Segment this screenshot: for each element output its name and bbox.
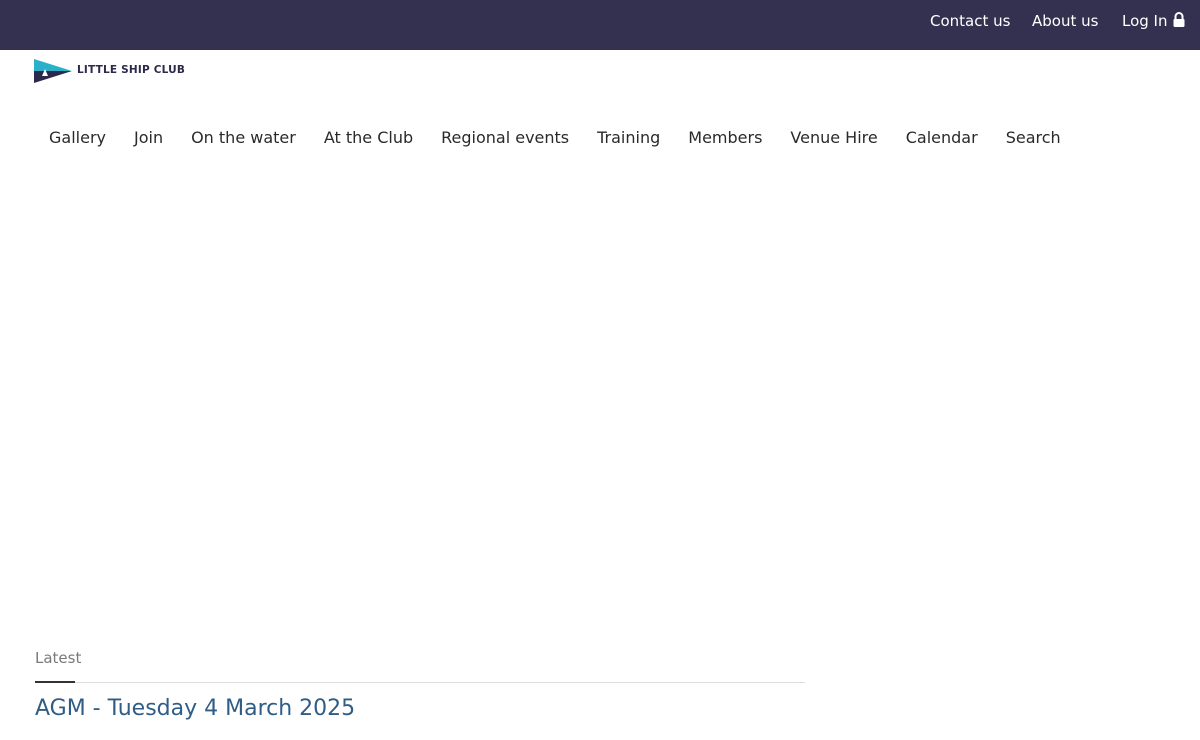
nav-item-on-the-water[interactable]: On the water	[177, 127, 310, 149]
article-title-link[interactable]: AGM - Tuesday 4 March 2025	[35, 695, 355, 723]
nav-item-members[interactable]: Members	[674, 127, 776, 149]
nav-item-venue-hire[interactable]: Venue Hire	[776, 127, 891, 149]
lock-icon[interactable]	[1172, 12, 1186, 27]
site-logo[interactable]: LITTLE SHIP CLUB	[34, 58, 204, 84]
contact-us-link[interactable]: Contact us	[930, 12, 1010, 30]
nav-item-calendar[interactable]: Calendar	[892, 127, 992, 149]
nav-item-search[interactable]: Search	[992, 127, 1075, 149]
pennant-logo-icon	[34, 59, 72, 83]
logo-wordmark: LITTLE SHIP CLUB	[77, 64, 186, 76]
nav-item-at-the-club[interactable]: At the Club	[310, 127, 427, 149]
about-us-link[interactable]: About us	[1032, 12, 1098, 30]
log-in-link[interactable]: Log In	[1122, 12, 1168, 30]
nav-item-regional-events[interactable]: Regional events	[427, 127, 583, 149]
nav-item-training[interactable]: Training	[583, 127, 674, 149]
latest-heading: Latest	[35, 649, 82, 667]
section-divider	[35, 681, 805, 683]
latest-news-section: Latest AGM - Tuesday 4 March 2025	[35, 648, 805, 723]
top-utility-bar: Contact us About us Log In	[0, 0, 1200, 50]
nav-item-join[interactable]: Join	[120, 127, 177, 149]
nav-item-gallery[interactable]: Gallery	[35, 127, 120, 149]
main-navigation: Gallery Join On the water At the Club Re…	[35, 126, 1075, 150]
divider-accent	[35, 681, 75, 683]
